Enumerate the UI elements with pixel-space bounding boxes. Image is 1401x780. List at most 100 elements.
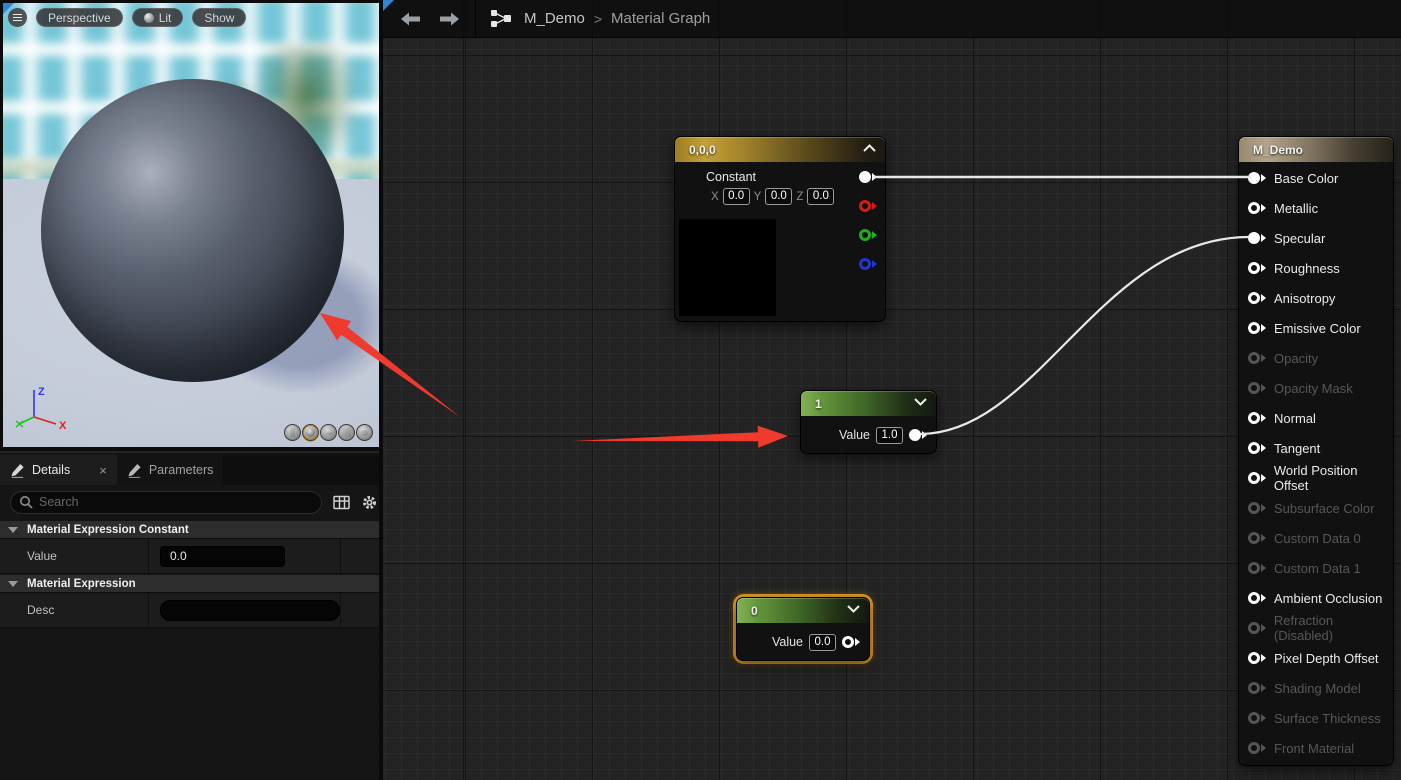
node-material-result[interactable]: M_Demo Base Color Metallic Specular Roug… xyxy=(1238,136,1394,766)
pin-front-material[interactable]: Front Material xyxy=(1239,733,1393,763)
shape-cube-button[interactable] xyxy=(338,424,355,441)
value-row: Value 0.0 xyxy=(737,623,869,661)
section-material-expression: Material Expression Desc xyxy=(0,575,379,628)
search-icon xyxy=(19,495,33,509)
chevron-down-icon[interactable] xyxy=(914,398,927,406)
topbar-separator xyxy=(475,0,476,38)
value-input[interactable] xyxy=(160,546,285,567)
output-pin-rgb[interactable] xyxy=(859,171,877,183)
breadcrumb-current: Material Graph xyxy=(611,10,710,27)
pin-refraction[interactable]: Refraction (Disabled) xyxy=(1239,613,1393,643)
viewport-toolbar: Perspective Lit Show xyxy=(8,8,246,27)
node-header[interactable]: 1 xyxy=(801,391,936,416)
section-title: Material Expression xyxy=(27,578,136,590)
output-pin-r[interactable] xyxy=(859,200,877,212)
lit-mode-button[interactable]: Lit xyxy=(132,8,184,27)
preview-viewport[interactable]: Z X Perspective Lit Show xyxy=(0,0,379,451)
node-title: 0 xyxy=(751,604,758,618)
pin-emissive-color[interactable]: Emissive Color xyxy=(1239,313,1393,343)
node-header[interactable]: M_Demo xyxy=(1239,137,1393,162)
shape-sphere-button[interactable] xyxy=(302,424,319,441)
forward-arrow-button[interactable] xyxy=(439,12,459,26)
section-header[interactable]: Material Expression Constant xyxy=(0,521,379,539)
node-header[interactable]: 0,0,0 xyxy=(675,137,885,162)
collapse-triangle-icon xyxy=(8,581,18,587)
tab-parameters[interactable]: Parameters xyxy=(117,455,224,485)
x-label: X xyxy=(711,191,719,203)
graph-icon xyxy=(490,9,513,28)
node-constant-1[interactable]: 1 Value 1.0 xyxy=(800,390,937,454)
section-material-expression-constant: Material Expression Constant Value xyxy=(0,521,379,574)
node-title: M_Demo xyxy=(1253,143,1303,157)
pencil-icon xyxy=(10,463,25,478)
selection-outline: 0 Value 0.0 xyxy=(733,594,873,664)
section-header[interactable]: Material Expression xyxy=(0,575,379,593)
search-input[interactable] xyxy=(39,495,313,509)
perspective-label: Perspective xyxy=(48,11,111,25)
view-options-grid-icon[interactable] xyxy=(333,495,350,510)
pin-roughness[interactable]: Roughness xyxy=(1239,253,1393,283)
shape-teapot-button[interactable] xyxy=(356,424,373,441)
pin-custom-data-0[interactable]: Custom Data 0 xyxy=(1239,523,1393,553)
pin-opacity-mask[interactable]: Opacity Mask xyxy=(1239,373,1393,403)
property-label: Value xyxy=(27,549,57,563)
z-label: Z xyxy=(796,191,803,203)
lit-sphere-icon xyxy=(144,13,154,23)
settings-gear-icon[interactable] xyxy=(361,494,378,511)
output-pin[interactable] xyxy=(909,429,927,441)
pin-specular[interactable]: Specular xyxy=(1239,223,1393,253)
collapse-triangle-icon xyxy=(8,527,18,533)
xyz-inputs: X 0.0 Y 0.0 Z 0.0 xyxy=(711,188,834,205)
details-tabbar: Details × Parameters xyxy=(0,455,379,485)
pin-metallic[interactable]: Metallic xyxy=(1239,193,1393,223)
pin-opacity[interactable]: Opacity xyxy=(1239,343,1393,373)
breadcrumb-separator: > xyxy=(594,11,602,27)
x-value-field[interactable]: 0.0 xyxy=(723,188,750,205)
hamburger-icon xyxy=(13,14,22,21)
perspective-button[interactable]: Perspective xyxy=(36,8,123,27)
node-header[interactable]: 0 xyxy=(737,598,869,623)
tab-details[interactable]: Details × xyxy=(0,455,117,485)
pin-anisotropy[interactable]: Anisotropy xyxy=(1239,283,1393,313)
axis-x-label: X xyxy=(59,420,67,432)
axis-gizmo: Z X xyxy=(15,383,67,433)
value-field[interactable]: 1.0 xyxy=(876,427,903,444)
show-button[interactable]: Show xyxy=(192,8,246,27)
pin-pixel-depth-offset[interactable]: Pixel Depth Offset xyxy=(1239,643,1393,673)
search-box[interactable] xyxy=(10,491,322,514)
pin-normal[interactable]: Normal xyxy=(1239,403,1393,433)
pin-world-position-offset[interactable]: World Position Offset xyxy=(1239,463,1393,493)
chevron-up-icon[interactable] xyxy=(863,144,876,152)
pin-custom-data-1[interactable]: Custom Data 1 xyxy=(1239,553,1393,583)
output-pin-b[interactable] xyxy=(859,258,877,270)
node-constant-0[interactable]: 0 Value 0.0 xyxy=(736,597,870,661)
y-value-field[interactable]: 0.0 xyxy=(765,188,792,205)
pin-ambient-occlusion[interactable]: Ambient Occlusion xyxy=(1239,583,1393,613)
shape-cylinder-button[interactable] xyxy=(284,424,301,441)
pin-subsurface-color[interactable]: Subsurface Color xyxy=(1239,493,1393,523)
material-graph-canvas[interactable]: M_Demo > Material Graph 0,0,0 Constant X… xyxy=(383,0,1401,780)
z-value-field[interactable]: 0.0 xyxy=(807,188,834,205)
close-icon[interactable]: × xyxy=(99,463,107,478)
pin-base-color[interactable]: Base Color xyxy=(1239,163,1393,193)
desc-input[interactable] xyxy=(160,600,340,621)
pin-tangent[interactable]: Tangent xyxy=(1239,433,1393,463)
lit-label: Lit xyxy=(159,11,172,25)
graph-focus-corner xyxy=(383,0,394,11)
chevron-down-icon[interactable] xyxy=(847,605,860,613)
output-pin[interactable] xyxy=(842,636,860,648)
details-search-row xyxy=(0,485,379,519)
pin-shading-model[interactable]: Shading Model xyxy=(1239,673,1393,703)
shape-plane-button[interactable] xyxy=(320,424,337,441)
back-arrow-button[interactable] xyxy=(401,12,421,26)
value-label: Value xyxy=(772,635,803,649)
wire-specular xyxy=(920,237,1249,434)
pin-surface-thickness[interactable]: Surface Thickness xyxy=(1239,703,1393,733)
node-constant3-vector[interactable]: 0,0,0 Constant X 0.0 Y 0.0 Z 0.0 xyxy=(674,136,886,322)
output-pin-g[interactable] xyxy=(859,229,877,241)
breadcrumb-root[interactable]: M_Demo xyxy=(524,10,585,27)
preview-material-sphere[interactable] xyxy=(41,79,344,382)
details-panel: Details × Parameters xyxy=(0,451,379,780)
value-field[interactable]: 0.0 xyxy=(809,634,836,651)
graph-breadcrumb-bar: M_Demo > Material Graph xyxy=(383,0,1401,38)
